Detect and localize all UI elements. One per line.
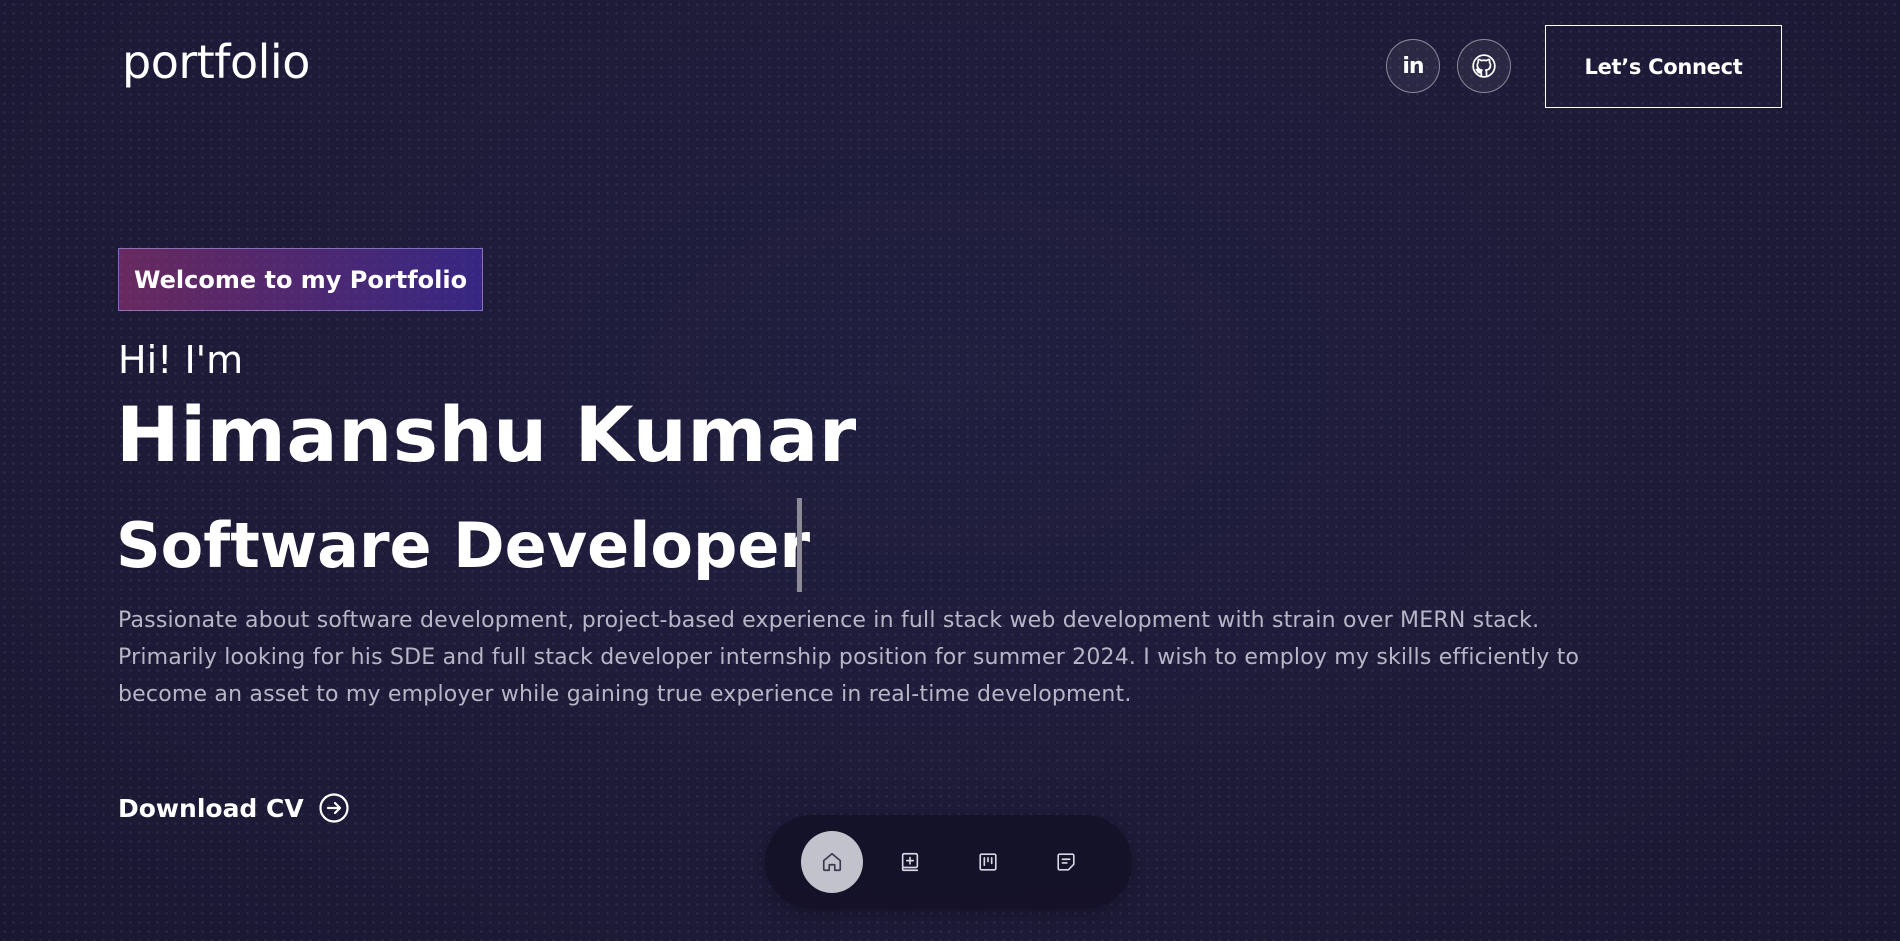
- home-icon: [821, 851, 843, 873]
- github-icon: [1471, 53, 1497, 79]
- note-icon: [1055, 851, 1077, 873]
- typing-cursor: [797, 498, 802, 592]
- welcome-tagline: Welcome to my Portfolio: [118, 248, 484, 311]
- github-button[interactable]: [1457, 39, 1511, 93]
- description-line: Passionate about software development, p…: [118, 608, 1540, 633]
- download-cv-label: Download CV: [118, 793, 304, 823]
- dock-item-projects[interactable]: [879, 831, 941, 893]
- book-plus-icon: [899, 851, 921, 873]
- bottom-dock-nav: [765, 815, 1132, 909]
- hero-name: Himanshu Kumar: [116, 390, 857, 479]
- lets-connect-button[interactable]: Let’s Connect: [1545, 25, 1782, 108]
- description-line: Primarily looking for his SDE and full s…: [118, 645, 1580, 670]
- hero-description: Passionate about software development, p…: [118, 602, 1678, 713]
- description-line: become an asset to my employer while gai…: [118, 682, 1132, 707]
- linkedin-button[interactable]: in: [1386, 39, 1440, 93]
- linkedin-icon: in: [1402, 53, 1424, 79]
- arrow-right-circle-icon: [318, 792, 350, 824]
- greeting: Hi! I'm: [118, 338, 244, 382]
- site-logo[interactable]: portfolio: [122, 34, 310, 90]
- download-cv-button[interactable]: Download CV: [118, 792, 350, 824]
- dock-item-notes[interactable]: [1035, 831, 1097, 893]
- kanban-icon: [977, 851, 999, 873]
- hero-role: Software Developer: [116, 509, 811, 582]
- dock-item-board[interactable]: [957, 831, 1019, 893]
- dock-item-home[interactable]: [801, 831, 863, 893]
